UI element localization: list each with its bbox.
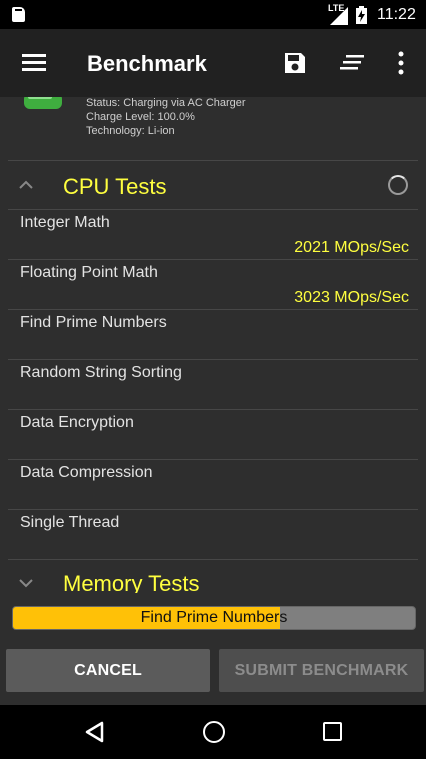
- progress-label: Find Prime Numbers: [140, 609, 288, 626]
- test-row-floating-point-math[interactable]: Floating Point Math 3023 MOps/Sec: [0, 260, 426, 310]
- home-icon[interactable]: [203, 721, 225, 743]
- divider: [8, 160, 418, 161]
- divider: [8, 559, 418, 560]
- battery-icon: [24, 97, 62, 109]
- cancel-button[interactable]: CANCEL: [6, 649, 210, 692]
- chevron-down-icon: [19, 579, 33, 588]
- submit-benchmark-button[interactable]: SUBMIT BENCHMARK: [219, 649, 424, 692]
- test-name: Random String Sorting: [20, 364, 182, 381]
- test-name: Integer Math: [20, 214, 110, 231]
- test-row-single-thread[interactable]: Single Thread: [0, 510, 426, 560]
- test-result: 3023 MOps/Sec: [294, 289, 409, 306]
- test-row-integer-math[interactable]: Integer Math 2021 MOps/Sec: [0, 210, 426, 260]
- test-name: Floating Point Math: [20, 264, 158, 281]
- status-bar: LTE 11:22: [0, 0, 426, 29]
- loading-spinner-icon: [388, 175, 408, 195]
- sort-icon[interactable]: [340, 53, 364, 73]
- sd-card-icon: [12, 7, 25, 22]
- page-title: Benchmark: [87, 51, 207, 76]
- battery-status: Status: Charging via AC Charger: [86, 97, 246, 109]
- test-row-find-prime-numbers[interactable]: Find Prime Numbers: [0, 310, 426, 360]
- navigation-bar: [0, 705, 426, 759]
- cpu-tests-header[interactable]: CPU Tests: [0, 163, 426, 211]
- battery-technology: Technology: Li-ion: [86, 125, 175, 137]
- test-name: Data Encryption: [20, 414, 134, 431]
- cpu-tests-title: CPU Tests: [63, 174, 167, 199]
- recent-apps-icon[interactable]: [323, 722, 342, 741]
- save-icon[interactable]: [283, 51, 307, 75]
- network-type: LTE: [328, 3, 345, 13]
- test-result: 2021 MOps/Sec: [294, 239, 409, 256]
- app-bar: Benchmark: [0, 29, 426, 97]
- back-icon[interactable]: [84, 721, 106, 743]
- test-name: Data Compression: [20, 464, 153, 481]
- overflow-menu-icon[interactable]: [392, 51, 410, 75]
- test-row-data-encryption[interactable]: Data Encryption: [0, 410, 426, 460]
- benchmark-progress-bar: Find Prime Numbers: [12, 606, 416, 630]
- benchmark-list[interactable]: Status: Charging via AC Charger Charge L…: [0, 97, 426, 645]
- chevron-up-icon: [19, 180, 33, 189]
- menu-icon[interactable]: [22, 52, 46, 74]
- test-name: Find Prime Numbers: [20, 314, 167, 331]
- test-name: Single Thread: [20, 514, 120, 531]
- clock: 11:22: [377, 6, 416, 23]
- button-bar: CANCEL SUBMIT BENCHMARK: [0, 645, 426, 705]
- battery-charging-icon: [356, 6, 367, 24]
- battery-charge-level: Charge Level: 100.0%: [86, 111, 195, 123]
- progress-area: Find Prime Numbers: [0, 593, 426, 645]
- test-row-data-compression[interactable]: Data Compression: [0, 460, 426, 510]
- test-row-random-string-sorting[interactable]: Random String Sorting: [0, 360, 426, 410]
